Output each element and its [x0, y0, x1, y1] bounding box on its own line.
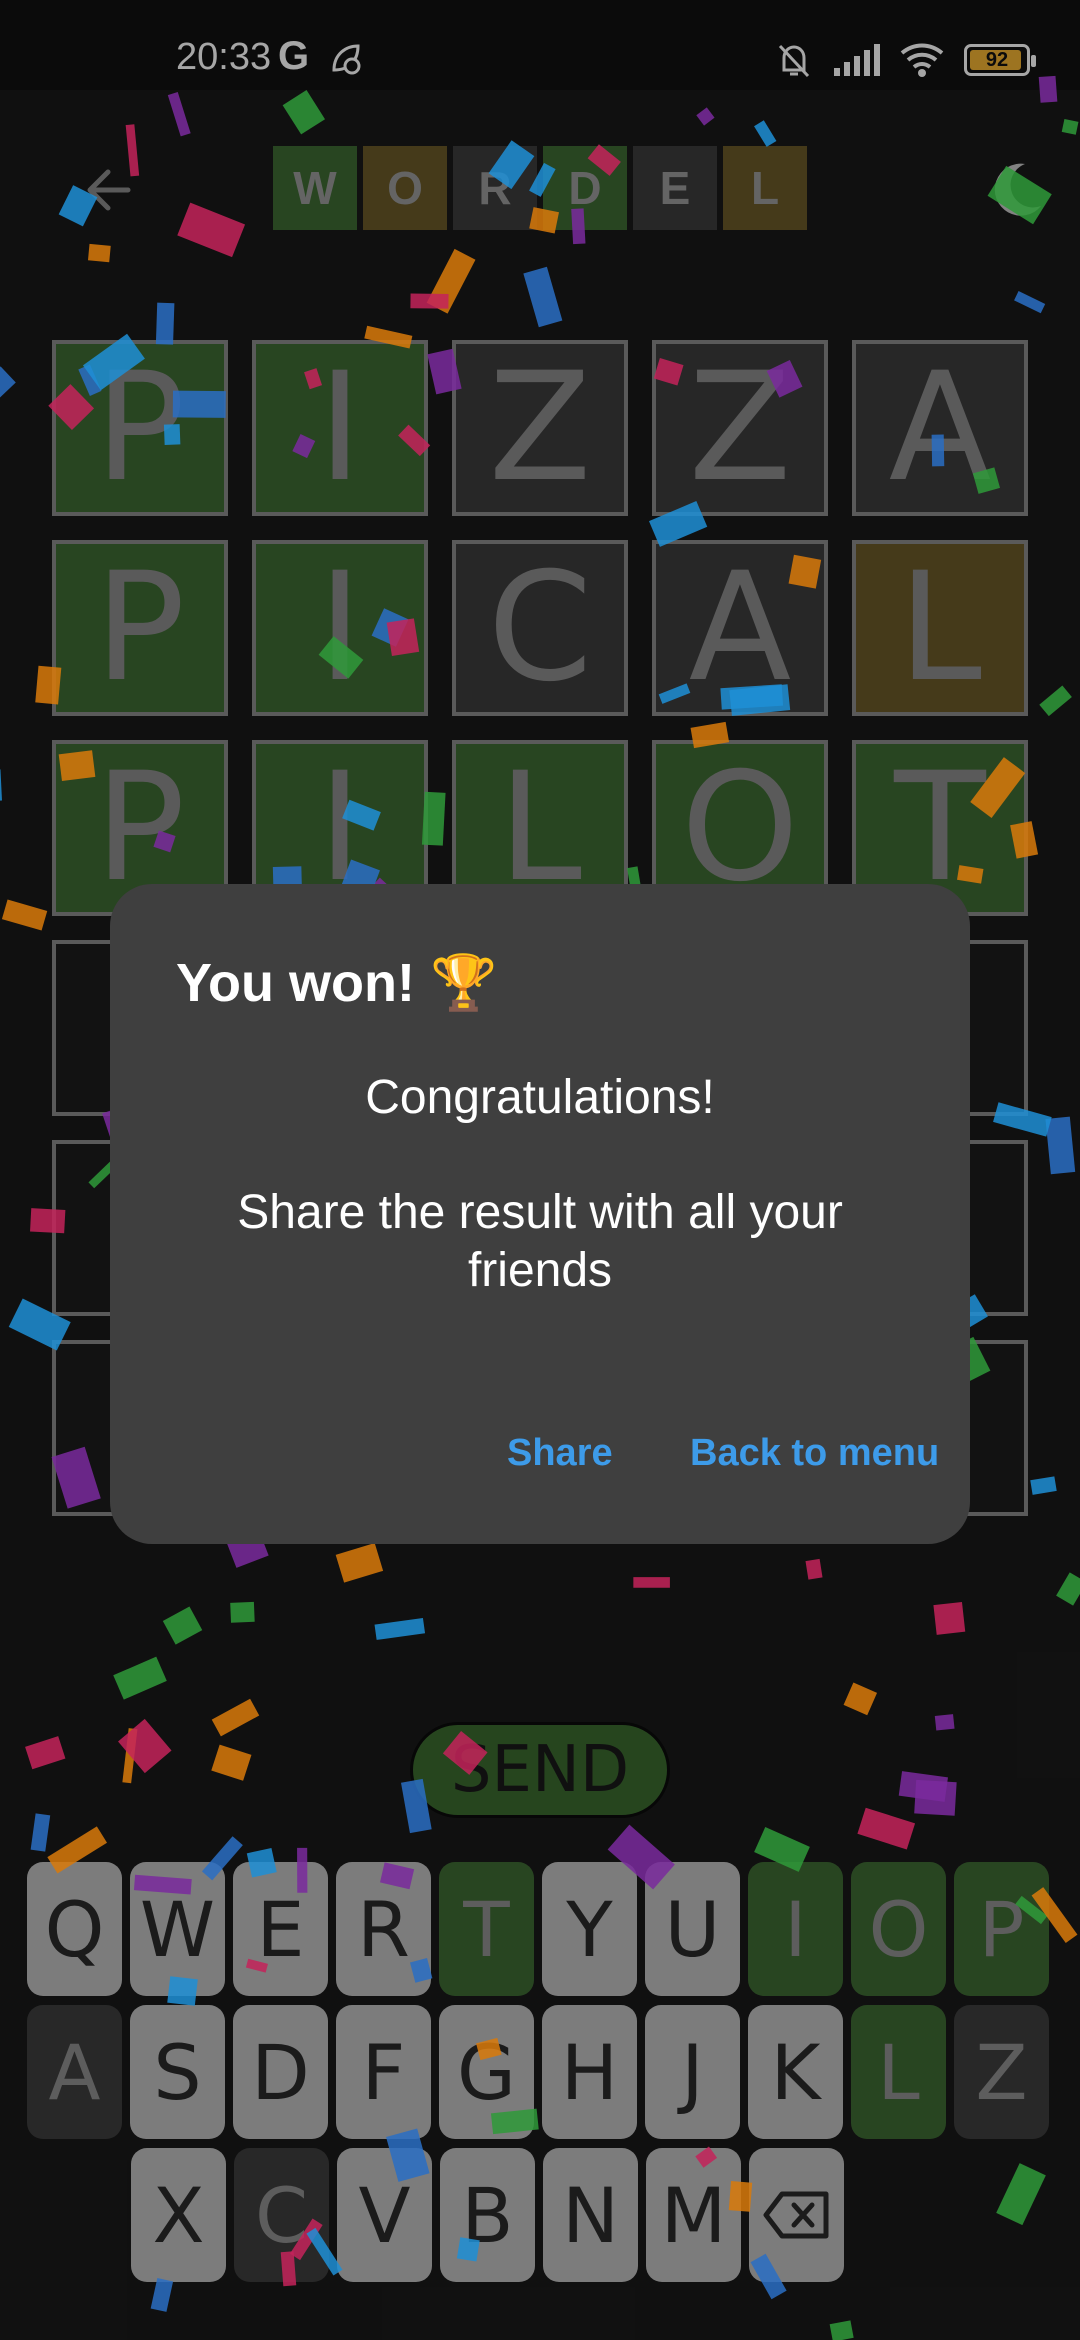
- dialog-detail: Share the result with all your friends: [237, 1186, 843, 1297]
- share-button[interactable]: Share: [507, 1432, 613, 1475]
- dialog-message: Congratulations!: [365, 1071, 715, 1124]
- win-dialog: You won! 🏆 Congratulations! Share the re…: [110, 884, 970, 1544]
- dialog-title: You won! 🏆: [176, 953, 498, 1013]
- back-to-menu-button[interactable]: Back to menu: [690, 1432, 939, 1475]
